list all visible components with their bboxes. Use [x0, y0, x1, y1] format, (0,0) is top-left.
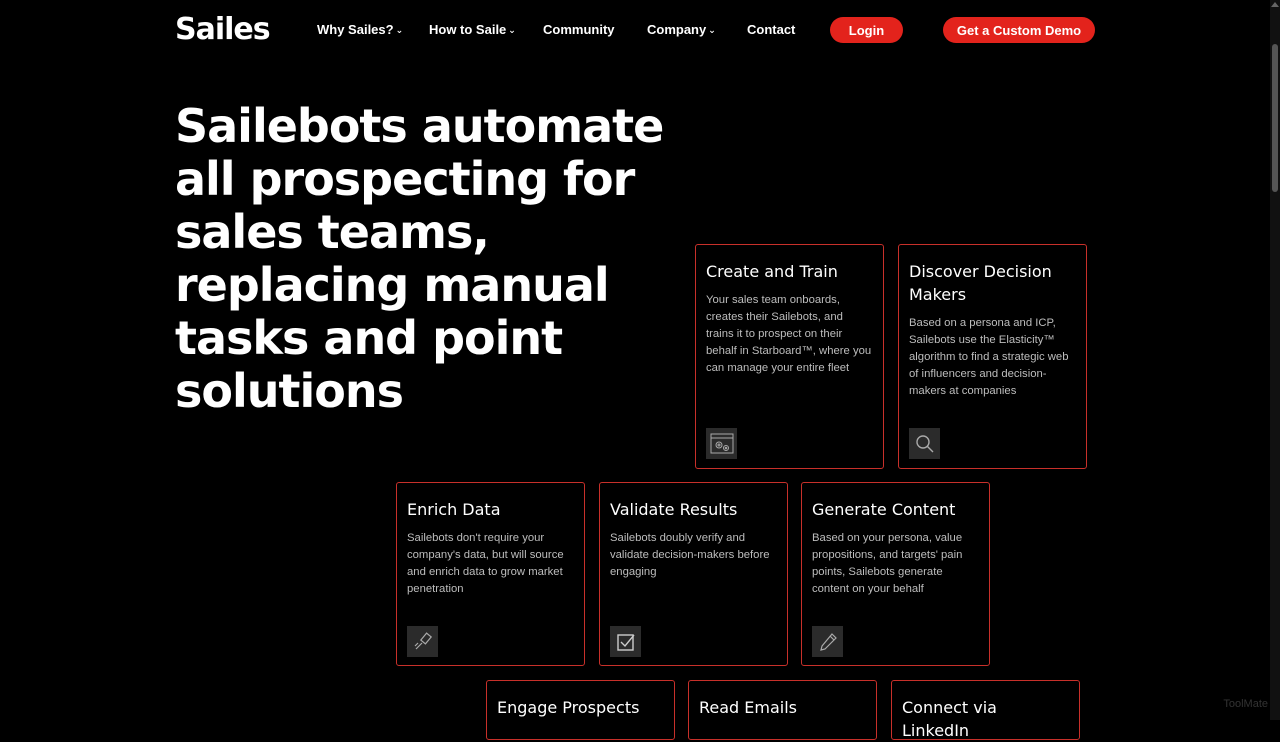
card-title: Enrich Data: [407, 500, 501, 519]
card-title: Engage Prospects: [497, 698, 640, 717]
card-title: Connect via LinkedIn: [902, 698, 997, 740]
nav-company[interactable]: Company ⌄: [647, 22, 716, 37]
checkbox-icon: [610, 626, 641, 657]
card-body: Based on your persona, value proposition…: [812, 532, 963, 595]
brush-icon: [407, 626, 438, 657]
card-read-emails: Read Emails: [688, 680, 877, 740]
card-validate-results: Validate Results Sailebots doubly verify…: [599, 482, 788, 666]
card-create-and-train: Create and Train Your sales team onboard…: [695, 244, 884, 469]
chevron-down-icon: ⌄: [395, 25, 404, 35]
custom-demo-button[interactable]: Get a Custom Demo: [943, 17, 1095, 43]
scrollbar-thumb[interactable]: [1272, 44, 1278, 192]
card-engage-prospects: Engage Prospects: [486, 680, 675, 740]
site-logo[interactable]: Sailes: [175, 12, 271, 47]
card-body: Sailebots don't require your company's d…: [407, 532, 564, 595]
nav-label: Community: [543, 22, 615, 37]
chevron-down-icon: ⌄: [708, 25, 716, 35]
card-title: Discover Decision Makers: [909, 262, 1052, 304]
nav-label: How to Saile: [429, 22, 507, 37]
nav-label: Contact: [747, 22, 796, 37]
watermark: ToolMate: [1223, 698, 1268, 710]
scroll-up-arrow-icon[interactable]: [1271, 2, 1279, 7]
card-connect-via-linkedin: Connect via LinkedIn: [891, 680, 1080, 740]
card-generate-content: Generate Content Based on your persona, …: [801, 482, 990, 666]
hero-title: Sailebots automate all prospecting for s…: [175, 99, 664, 418]
pencil-icon: [812, 626, 843, 657]
card-title: Create and Train: [706, 262, 838, 281]
card-title: Validate Results: [610, 500, 738, 519]
magnifier-icon: [909, 428, 940, 459]
nav-how-to-saile[interactable]: How to Saile ⌄: [429, 22, 516, 37]
browser-gear-icon: [706, 428, 737, 459]
login-button[interactable]: Login: [830, 17, 903, 43]
card-enrich-data: Enrich Data Sailebots don't require your…: [396, 482, 585, 666]
card-body: Your sales team onboards, creates their …: [706, 294, 872, 374]
nav-why-sailes[interactable]: Why Sailes? ⌄: [317, 22, 403, 37]
page-scrollbar[interactable]: [1270, 0, 1280, 720]
card-discover-decision-makers: Discover Decision Makers Based on a pers…: [898, 244, 1087, 469]
nav-label: Company: [647, 22, 707, 37]
chevron-down-icon: ⌄: [508, 25, 516, 35]
nav-label: Why Sailes?: [317, 22, 394, 37]
card-title: Generate Content: [812, 500, 956, 519]
nav-community[interactable]: Community: [543, 22, 615, 37]
nav-contact[interactable]: Contact: [747, 22, 795, 37]
card-title: Read Emails: [699, 698, 798, 717]
card-body: Sailebots doubly verify and validate dec…: [610, 532, 770, 578]
card-body: Based on a persona and ICP, Sailebots us…: [909, 317, 1069, 397]
